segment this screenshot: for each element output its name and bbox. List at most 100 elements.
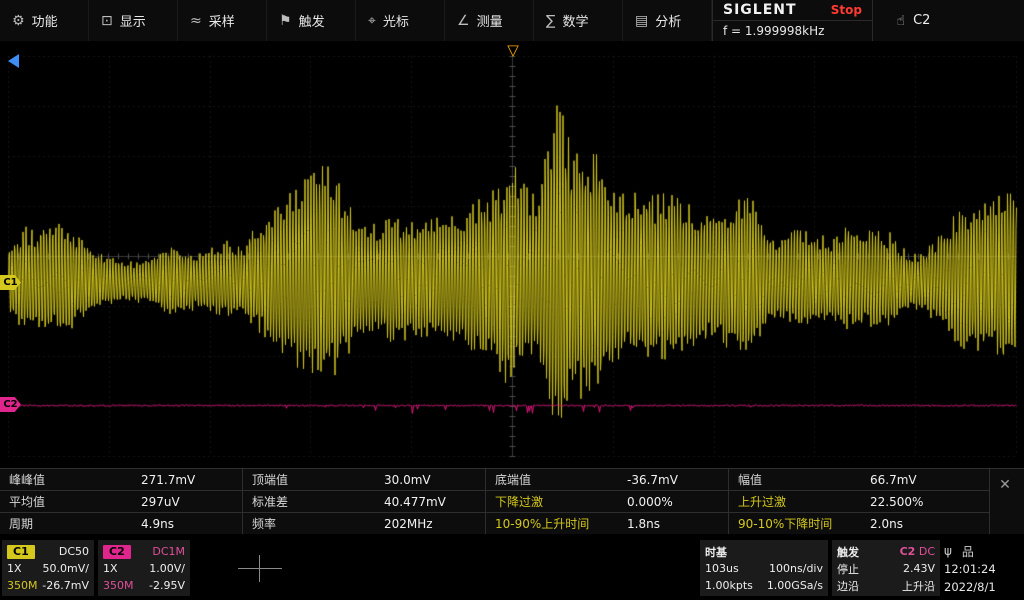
trigger-mode: 停止 [837,561,859,577]
menu-label: 光标 [383,11,409,30]
close-icon[interactable]: ✕ [995,475,1015,495]
menu-label: 显示 [120,11,146,30]
trigger-status-box[interactable]: 触发 C2 DC 停止 2.43V 边沿 上升沿 [832,540,940,596]
trigger-slope: 上升沿 [902,578,935,594]
measure-label: 幅值 [729,471,870,488]
measure-cell: 顶端值 30.0mV [243,469,486,491]
measure-label: 周期 [0,515,141,532]
trigger-frequency-value: f = 1.999998kHz [723,24,824,38]
menu-item-display[interactable]: ⊡ 显示 [89,0,178,41]
menu-item-function[interactable]: ⚙ 功能 [0,0,89,41]
network-icon: 品 [962,543,974,560]
measure-cell: 幅值 66.7mV [729,469,990,491]
menu-item-trigger[interactable]: ⚑ 触发 [267,0,356,41]
timebase-sample-rate: 1.00GSa/s [767,579,823,592]
horizontal-trigger-arrow-icon[interactable] [8,54,19,68]
measure-label: 10-90%上升时间 [486,515,627,532]
waveform-display-area[interactable]: ▽ C1 C2 [0,42,1024,468]
menu-label: 数学 [562,11,588,30]
trigger-source: C2 [900,545,916,558]
channel1-coupling: DC50 [59,545,89,558]
crosshair-icon[interactable] [234,554,286,584]
measure-value: 40.477mV [384,495,446,509]
channel1-scale: 50.0mV/ [43,562,89,575]
trigger-type: 边沿 [837,578,859,594]
topbar-filler [954,0,1024,41]
menu-item-measure[interactable]: ∠ 测量 [445,0,534,41]
measure-cell: 上升过激 22.500% [729,491,990,513]
display-icon: ⊡ [101,13,113,29]
measure-value: 30.0mV [384,473,431,487]
siglent-logo: SIGLENT [723,2,797,18]
measure-cell: 周期 4.9ns [0,513,243,535]
math-icon: ∑ [546,13,555,29]
measure-icon: ∠ [457,13,470,29]
measure-cell: 90-10%下降时间 2.0ns [729,513,990,535]
measure-value: 202MHz [384,517,433,531]
analysis-icon: ▤ [635,13,648,29]
measure-cell: 频率 202MHz [243,513,486,535]
measure-label: 频率 [243,515,384,532]
menu-item-cursor[interactable]: ⌖ 光标 [356,0,445,41]
measure-label: 平均值 [0,493,141,510]
timebase-title: 时基 [705,544,727,560]
measure-value: 22.500% [870,495,923,509]
channel2-scale: 1.00V/ [149,562,185,575]
menu-item-acquire[interactable]: ≈ 采样 [178,0,267,41]
timebase-delay: 103us [705,562,739,575]
timebase-memory-depth: 1.00kpts [705,579,753,592]
channel1-descriptor-box[interactable]: C1 DC50 1X 50.0mV/ 350M -26.7mV [2,540,94,596]
cursor-icon: ⌖ [368,13,376,29]
measure-value: 1.8ns [627,517,660,531]
channel2-coupling: DC1M [152,545,185,558]
sampling-icon: ≈ [190,13,202,29]
run-state-indicator: Stop [831,3,862,17]
menu-label: 测量 [477,11,503,30]
measure-value: 297uV [141,495,180,509]
measure-value: 2.0ns [870,517,903,531]
measure-label: 上升过激 [729,493,870,510]
channel1-attenuation: 1X [7,562,22,575]
channel2-bandwidth: 350M [103,579,134,592]
measure-value: -36.7mV [627,473,678,487]
measure-label: 底端值 [486,471,627,488]
channel2-badge: C2 [103,545,131,559]
waveform-canvas[interactable] [0,42,1024,468]
trigger-title: 触发 [837,544,859,560]
channel2-descriptor-box[interactable]: C2 DC1M 1X 1.00V/ 350M -2.95V [98,540,190,596]
menu-item-analysis[interactable]: ▤ 分析 [623,0,712,41]
trigger-coupling: DC [919,545,935,558]
menu-item-math[interactable]: ∑ 数学 [534,0,623,41]
measure-cell: 平均值 297uV [0,491,243,513]
trigger-position-marker[interactable]: ▽ [505,43,521,57]
menu-label: 分析 [655,11,681,30]
active-channel-label: C2 [913,13,930,28]
measure-label: 顶端值 [243,471,384,488]
channel1-offset: -26.7mV [42,579,89,592]
usb-icon: ψ [944,544,952,558]
trigger-frequency-readout: f = 1.999998kHz [713,20,872,41]
clock-time: 12:01:24 [944,562,996,576]
measure-cell: 下降过激 0.000% [486,491,729,513]
channel2-offset: -2.95V [149,579,185,592]
measurement-panel: 峰峰值 271.7mV 顶端值 30.0mV 底端值 -36.7mV 幅值 66… [0,468,1024,534]
measure-cell: 底端值 -36.7mV [486,469,729,491]
menu-label: 触发 [299,11,325,30]
brand-block: SIGLENT Stop f = 1.999998kHz [712,0,872,41]
measure-cell: 10-90%上升时间 1.8ns [486,513,729,535]
clock-date: 2022/8/1 [944,580,996,594]
measure-value: 66.7mV [870,473,917,487]
channel1-bandwidth: 350M [7,579,38,592]
active-channel-selector[interactable]: ☝ C2 [872,0,954,41]
touch-icon: ☝ [897,13,906,29]
measure-label: 标准差 [243,493,384,510]
measure-value: 271.7mV [141,473,195,487]
measure-cell: 标准差 40.477mV [243,491,486,513]
measure-cell: 峰峰值 271.7mV [0,469,243,491]
clock-block: ψ 品 12:01:24 2022/8/1 [944,542,1022,598]
channel1-badge: C1 [7,545,35,559]
timebase-box[interactable]: 时基 103us 100ns/div 1.00kpts 1.00GSa/s [700,540,828,596]
main-menu: ⚙ 功能 ⊡ 显示 ≈ 采样 ⚑ 触发 ⌖ 光标 ∠ 测量 ∑ 数学 ▤ 分析 [0,0,712,41]
measure-label: 峰峰值 [0,471,141,488]
measure-label: 下降过激 [486,493,627,510]
